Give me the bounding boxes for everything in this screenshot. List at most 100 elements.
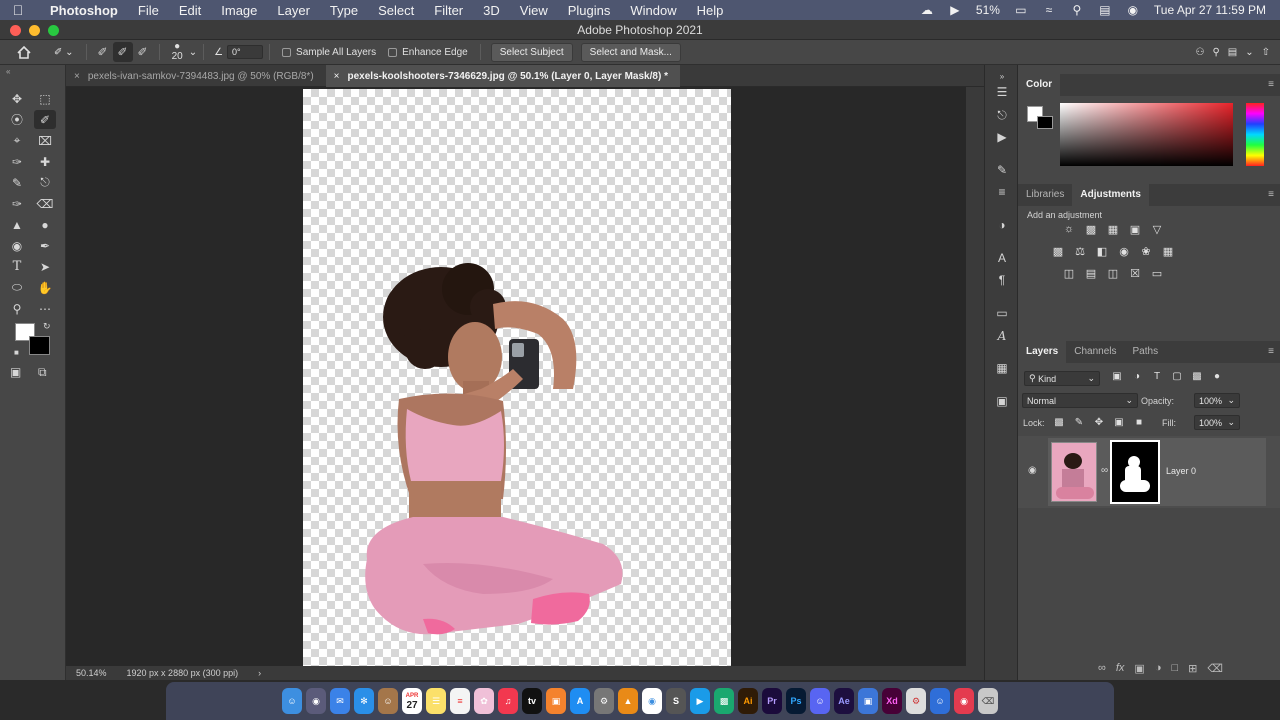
control-center-icon[interactable]: ▤ [1098,3,1112,17]
menu-help[interactable]: Help [687,3,734,18]
clone-stamp-tool-icon[interactable]: ⎋ [34,173,56,192]
contacts-icon[interactable]: ☺ [378,688,398,714]
preview-icon[interactable]: ▣ [858,688,878,714]
battery-icon[interactable]: ▭ [1014,3,1028,17]
wifi-icon[interactable]: ≈ [1042,3,1056,17]
zoom-window-button[interactable] [48,25,59,36]
select-subject-button[interactable]: Select Subject [490,42,573,62]
menu-file[interactable]: File [128,3,169,18]
play-icon[interactable]: ▶ [948,3,962,17]
apple-icon[interactable]:  [0,2,36,18]
chat-app-icon[interactable]: ▩ [714,688,734,714]
pen-tool-icon[interactable]: ✒ [34,236,56,255]
swatches-panel-icon[interactable]: ▭ [992,304,1012,322]
fill-input[interactable]: 100% ⌄ [1194,415,1240,430]
zoom-tool-icon[interactable]: ⚲ [6,299,28,318]
color-lookup-icon[interactable]: ▦ [1161,245,1175,258]
chevron-down-icon[interactable]: ⌄ [189,47,197,58]
exposure-icon[interactable]: ▣ [1128,223,1142,236]
tab-paths[interactable]: Paths [1125,341,1167,363]
tab-document-1[interactable]: × pexels-ivan-samkov-7394483.jpg @ 50% (… [66,65,326,87]
video-player-icon[interactable]: ▶ [690,688,710,714]
history-brush-tool-icon[interactable]: ✑ [6,194,28,213]
color-background-swatch[interactable] [1037,116,1053,129]
tab-document-2[interactable]: × pexels-koolshooters-7346629.jpg @ 50.1… [325,65,680,87]
delete-layer-icon[interactable]: ⌫ [1207,662,1223,675]
photo-filter-icon[interactable]: ◉ [1117,245,1131,258]
close-tab-icon[interactable]: × [334,71,340,82]
home-button[interactable] [0,40,48,65]
sample-all-layers-checkbox[interactable]: Sample All Layers [276,40,382,65]
adjustment-filter-icon[interactable]: ◑ [1130,371,1144,382]
brush-size-picker[interactable]: ● 20 [166,40,189,65]
posterize-icon[interactable]: ▤ [1084,267,1098,280]
path-selection-tool-icon[interactable]: ➤ [34,257,56,276]
lock-all-icon[interactable]: ■ [1132,417,1146,428]
default-colors-icon[interactable]: ■ [14,348,19,357]
music-icon[interactable]: ♫ [498,688,518,714]
color-balance-icon[interactable]: ⚖ [1073,245,1087,258]
share-upload-icon[interactable]: ⇧ [1262,47,1270,58]
lock-pixels-icon[interactable]: ✎ [1072,417,1086,428]
new-group-icon[interactable]: □ [1171,662,1178,675]
blend-mode-select[interactable]: Normal ⌄ [1022,393,1138,408]
type-tool-icon[interactable]: T [6,257,28,276]
gradient-map-icon[interactable]: ▭ [1150,267,1164,280]
vlc-icon[interactable]: ▲ [618,688,638,714]
hue-saturation-icon[interactable]: ▩ [1051,245,1065,258]
lock-transparent-icon[interactable]: ▩ [1052,417,1066,428]
utility-app-icon[interactable]: ⚙ [906,688,926,714]
actions-play-icon[interactable]: ▶ [992,128,1012,146]
hand-tool-icon[interactable]: ✋ [34,278,56,297]
document-canvas[interactable] [303,89,731,666]
invert-icon[interactable]: ◫ [1062,267,1076,280]
filter-toggle-icon[interactable]: ● [1210,371,1224,382]
tool-preset-picker[interactable]: ✐ ⌄ [48,40,80,65]
black-white-icon[interactable]: ◧ [1095,245,1109,258]
menu-3d[interactable]: 3D [473,3,510,18]
share-icon[interactable]: ⚇ [1195,47,1204,58]
close-window-button[interactable] [10,25,21,36]
type-filter-icon[interactable]: T [1150,371,1164,382]
tv-icon[interactable]: tv [522,688,542,714]
mask-link-icon[interactable]: ∞ [1101,465,1108,476]
panel-menu-icon[interactable]: ≡ [1268,341,1274,363]
layer-mask-thumbnail[interactable] [1110,440,1160,504]
finder-icon[interactable]: ☺ [282,688,302,714]
history-panel-icon[interactable]: ⎋ [992,106,1012,124]
siri-icon[interactable]: ◉ [1126,3,1140,17]
lock-position-icon[interactable]: ✥ [1092,417,1106,428]
fx-icon[interactable]: fx [1116,662,1125,675]
collapse-panel-icon[interactable]: « [6,67,10,76]
ellipse-tool-icon[interactable]: ⬭ [6,278,28,297]
levels-icon[interactable]: ▩ [1084,223,1098,236]
notes-icon[interactable]: ☰ [426,688,446,714]
vertical-scrollbar[interactable] [966,87,984,666]
menu-edit[interactable]: Edit [169,3,211,18]
layer-row-layer-0[interactable]: ∞ Layer 0 [1048,438,1266,506]
crop-tool-icon[interactable]: ⌖ [6,131,28,150]
tab-adjustments[interactable]: Adjustments [1072,184,1149,206]
tab-color[interactable]: Color [1018,74,1061,96]
channel-mixer-icon[interactable]: ❀ [1139,245,1153,258]
menu-select[interactable]: Select [368,3,424,18]
quick-mask-icon[interactable]: ▣ [10,365,21,379]
threshold-icon[interactable]: ◫ [1106,267,1120,280]
user-app-icon[interactable]: ☺ [930,688,950,714]
curves-icon[interactable]: ▦ [1106,223,1120,236]
layer-filter-select[interactable]: ⚲ Kind ⌄ [1024,371,1100,386]
photoshop-dock-icon[interactable]: Ps [786,688,806,714]
menu-layer[interactable]: Layer [267,3,320,18]
marquee-tool-icon[interactable]: ⬚ [34,89,56,108]
link-layers-icon[interactable]: ∞ [1098,662,1106,675]
tab-libraries[interactable]: Libraries [1018,184,1072,206]
opacity-input[interactable]: 100% ⌄ [1194,393,1240,408]
creative-cloud-icon[interactable]: ☁ [920,3,934,17]
menu-filter[interactable]: Filter [424,3,473,18]
menu-plugins[interactable]: Plugins [558,3,621,18]
workspace-icon[interactable]: ▤ [1228,47,1237,58]
mail-icon[interactable]: ✉ [330,688,350,714]
minimize-window-button[interactable] [29,25,40,36]
panel-menu-icon[interactable]: ≡ [1268,74,1274,96]
layer-thumbnail[interactable] [1051,442,1097,502]
